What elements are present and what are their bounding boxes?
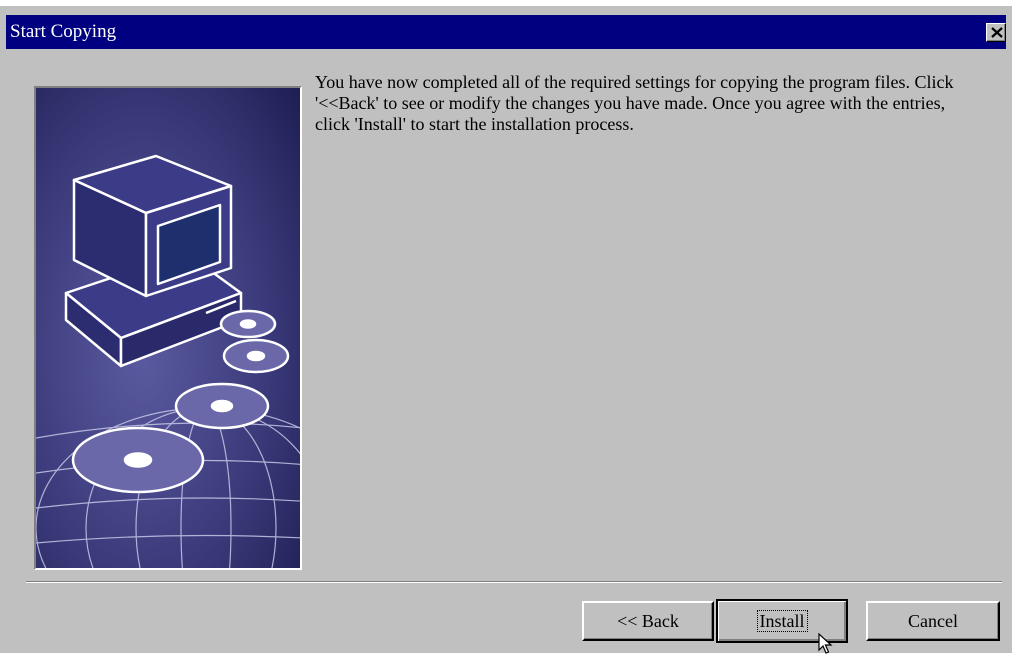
setup-dialog: Start Copying You have now completed all…	[0, 6, 1012, 654]
back-button-label: << Back	[617, 610, 679, 631]
computer-illustration	[36, 88, 300, 568]
cancel-button-label: Cancel	[908, 610, 958, 631]
title-bar[interactable]: Start Copying	[6, 15, 1006, 49]
cancel-button[interactable]: Cancel	[866, 601, 1000, 641]
window-title: Start Copying	[10, 21, 117, 42]
back-button[interactable]: << Back	[582, 601, 714, 641]
mouse-cursor-icon	[818, 633, 833, 654]
setup-illustration-panel	[34, 86, 302, 570]
close-button[interactable]	[986, 23, 1006, 42]
install-button-label: Install	[756, 610, 808, 632]
button-divider	[26, 581, 1002, 583]
close-icon	[991, 27, 1003, 38]
instructions-text: You have now completed all of the requir…	[315, 72, 954, 134]
